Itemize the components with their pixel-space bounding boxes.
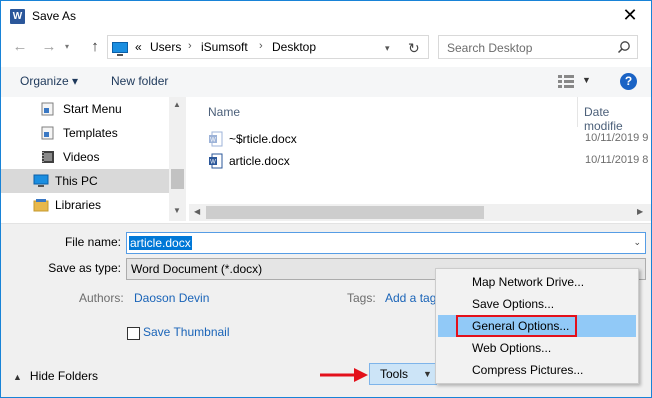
file-name: article.docx [229,154,290,168]
this-pc-icon [112,42,128,56]
file-name: ~$rticle.docx [229,132,297,146]
videos-icon [42,151,54,163]
breadcrumb-separator[interactable]: › [259,40,263,52]
scroll-up-arrow-icon[interactable]: ▲ [173,100,181,109]
chevron-up-icon: ▲ [13,372,22,382]
forward-button[interactable]: → [39,37,59,57]
hide-folders-label: Hide Folders [29,369,98,383]
sidebar-item-label: Templates [63,126,118,140]
menu-item-label: Save Options... [472,297,555,311]
sidebar-item-label: This PC [55,174,98,188]
organize-button[interactable]: Organize ▾ [20,74,78,88]
view-dropdown-button[interactable]: ▼ [582,75,591,85]
command-toolbar: Organize ▾ New folder ▼ ? [1,67,651,97]
scroll-down-arrow-icon[interactable]: ▼ [173,206,181,215]
this-pc-icon [33,174,49,187]
chevron-down-icon: ▼ [423,369,432,379]
svg-text:W: W [210,138,216,144]
breadcrumb-overflow[interactable]: « [135,40,142,54]
tools-label: Tools [380,367,409,381]
scroll-right-arrow-icon[interactable]: ▶ [637,207,643,216]
file-date: 10/11/2019 9 [585,132,649,144]
file-row[interactable]: W article.docx 10/11/2019 8 [189,150,651,172]
red-highlight-box [456,315,577,337]
title-bar: W Save As ✕ [1,1,651,31]
tools-button[interactable]: Tools ▼ [369,363,437,385]
file-name-label: File name: [64,235,121,249]
new-folder-button[interactable]: New folder [111,74,168,88]
sidebar-item-label: Videos [63,150,100,164]
view-options-icon[interactable] [558,75,574,88]
sidebar-item-start-menu[interactable]: Start Menu [1,97,169,121]
save-thumbnail-label[interactable]: Save Thumbnail [143,325,230,339]
word-app-icon: W [10,9,25,24]
window-title: Save As [32,9,77,23]
up-button[interactable]: ↑ [85,37,105,57]
scroll-left-arrow-icon[interactable]: ◀ [194,207,200,216]
red-pointer-arrow-icon [320,368,368,382]
refresh-icon[interactable]: ↻ [408,40,420,57]
file-list-horizontal-scrollbar[interactable]: ◀ ▶ [189,204,651,221]
libraries-icon [33,199,49,212]
close-button[interactable]: ✕ [615,3,645,29]
column-header-name[interactable]: Name [208,105,240,119]
tags-label: Tags: [347,291,376,305]
navigation-pane-scrollbar[interactable]: ▲ ▼ [169,97,186,221]
file-name-value: article.docx [129,236,192,250]
templates-icon [41,126,54,140]
help-icon[interactable]: ? [620,73,637,90]
authors-label: Authors: [79,291,124,305]
save-as-type-value: Word Document (*.docx) [131,262,263,276]
menu-item-save-options[interactable]: Save Options... [438,293,636,315]
word-file-icon: W [209,153,223,169]
menu-item-compress-pictures[interactable]: Compress Pictures... [438,359,636,381]
navigation-row: ← → ▾ ↑ « Users › iSumsoft › Desktop ▾ ↻… [1,33,651,63]
address-bar[interactable]: « Users › iSumsoft › Desktop ▾ ↻ [107,35,429,59]
chevron-down-icon[interactable]: ⌄ [633,237,641,248]
column-divider[interactable] [577,97,578,127]
breadcrumb-separator[interactable]: › [188,40,192,52]
sidebar-item-label: Start Menu [63,102,122,116]
file-name-field[interactable]: article.docx ⌄ [126,232,646,254]
breadcrumb-users[interactable]: Users [150,40,181,54]
search-placeholder: Search Desktop [447,41,533,55]
sidebar-item-label: Libraries [55,198,102,212]
file-date: 10/11/2019 8 [585,154,649,166]
scrollbar-thumb[interactable] [206,206,484,219]
svg-text:W: W [210,160,216,166]
sidebar-item-templates[interactable]: Templates [1,121,169,145]
menu-item-web-options[interactable]: Web Options... [438,337,636,359]
recent-locations-button[interactable]: ▾ [65,37,75,57]
sidebar-item-videos[interactable]: Videos [1,145,169,169]
back-button[interactable]: ← [10,37,30,57]
menu-item-label: Compress Pictures... [472,363,584,377]
save-as-dialog: W Save As ✕ ← → ▾ ↑ « Users › iSumsoft ›… [0,0,652,398]
hide-folders-button[interactable]: ▲ Hide Folders [13,369,98,383]
word-temp-file-icon: W [209,131,223,147]
save-thumbnail-checkbox[interactable] [127,327,140,340]
tags-field[interactable]: Add a tag [385,291,436,305]
start-menu-icon [41,102,54,116]
menu-item-label: Map Network Drive... [472,275,585,289]
scrollbar-thumb[interactable] [171,169,184,189]
address-history-dropdown[interactable]: ▾ [385,43,390,54]
save-as-type-label: Save as type: [48,261,121,275]
authors-field[interactable]: Daoson Devin [134,291,209,305]
sidebar-item-libraries[interactable]: Libraries [1,193,169,217]
sidebar-item-this-pc[interactable]: This PC [1,169,169,193]
breadcrumb-isumsoft[interactable]: iSumsoft [201,40,248,54]
menu-item-map-network-drive[interactable]: Map Network Drive... [438,271,636,293]
search-icon[interactable] [617,40,631,54]
file-row[interactable]: W ~$rticle.docx 10/11/2019 9 [189,128,651,150]
navigation-pane: Start Menu Templates Videos This PC Libr… [1,97,187,221]
file-list: Name Date modifie W ~$rticle.docx 10/11/… [189,97,651,221]
search-input[interactable]: Search Desktop [438,35,638,59]
menu-item-label: Web Options... [472,341,552,355]
breadcrumb-desktop[interactable]: Desktop [272,40,316,54]
